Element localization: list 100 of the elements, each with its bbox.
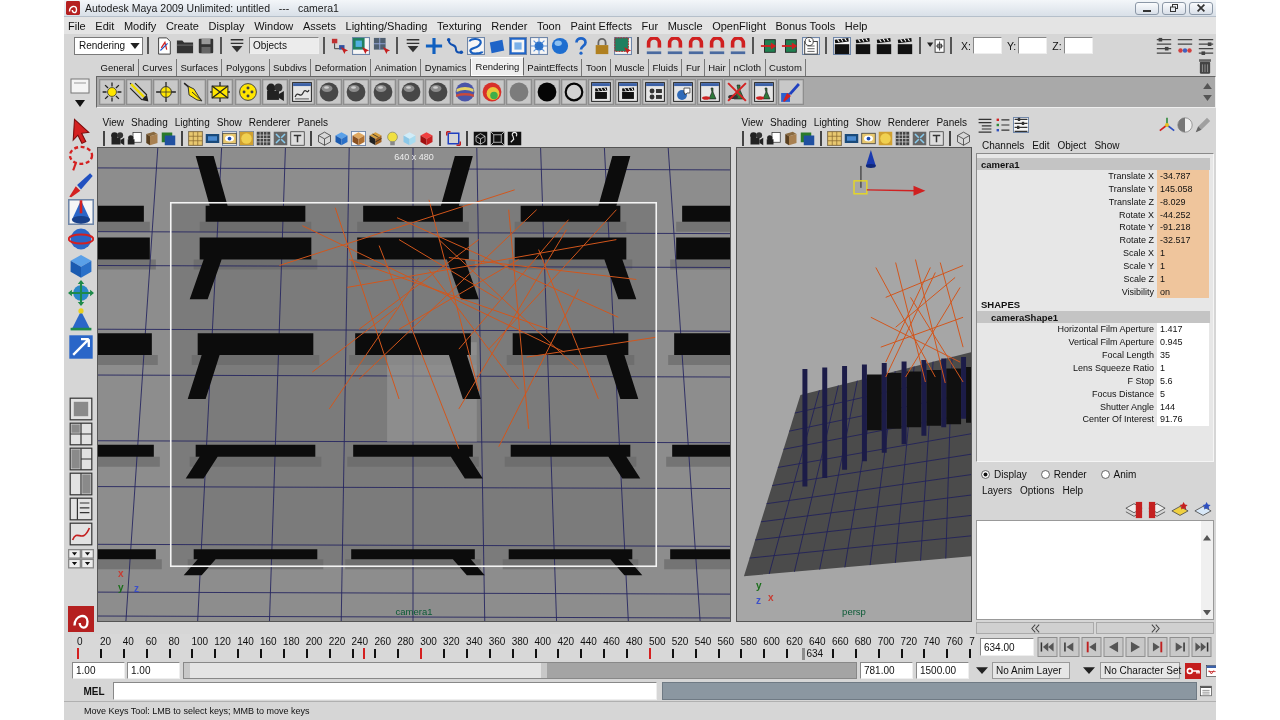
layer-menu-item[interactable]: Help — [1058, 484, 1088, 496]
menu-set-dropdown[interactable]: Rendering — [74, 36, 143, 55]
coordinate-field[interactable] — [1063, 37, 1093, 54]
node-list-icon[interactable] — [1175, 36, 1194, 55]
panel-menu-item[interactable]: Panels — [293, 116, 332, 128]
channel-name[interactable]: Translate Y — [977, 182, 1157, 196]
panel-menu-item[interactable]: Shading — [766, 116, 811, 128]
menu-item[interactable]: Help — [840, 19, 873, 32]
hierarchy-icon[interactable] — [330, 36, 349, 55]
menu-item[interactable]: Window — [249, 19, 299, 32]
grid-cursor-icon[interactable] — [372, 36, 391, 55]
channel-menu-item[interactable]: Channels — [978, 139, 1029, 151]
globe-window-icon[interactable] — [669, 79, 696, 105]
menu-item[interactable]: OpenFlight — [707, 19, 771, 32]
step-forward-key-icon[interactable] — [1169, 637, 1190, 657]
menu-item[interactable]: Fur — [636, 19, 663, 32]
radio-button[interactable] — [981, 469, 990, 479]
step-back-icon[interactable] — [1081, 637, 1102, 657]
layers-icon[interactable] — [1125, 500, 1143, 519]
double-left-arrow-icon[interactable] — [1030, 623, 1040, 633]
cube-icon[interactable] — [419, 131, 434, 146]
arrow-buttons-icon[interactable] — [67, 549, 94, 569]
channel-name[interactable]: Translate Z — [977, 195, 1157, 209]
magnet-icon[interactable] — [728, 36, 747, 55]
menu-item[interactable]: Bonus Tools — [770, 19, 841, 32]
clapperboard-icon[interactable] — [874, 36, 893, 55]
dropdown-arrow-icon[interactable] — [1083, 667, 1095, 674]
menu-item[interactable]: Assets — [298, 19, 341, 32]
range-slider-bar[interactable] — [184, 663, 547, 678]
channel-name[interactable]: Shutter Angle — [977, 400, 1157, 414]
film-frame-icon[interactable] — [844, 131, 859, 146]
radio-label[interactable]: Render — [1053, 468, 1087, 480]
window-icon[interactable] — [288, 79, 315, 105]
swirl-logo-icon[interactable] — [67, 606, 94, 632]
wire-cube-icon[interactable] — [956, 131, 971, 146]
cube-icon[interactable] — [334, 131, 349, 146]
panel-menu-item[interactable]: Lighting — [171, 116, 214, 128]
down-arrow-icon[interactable] — [75, 99, 85, 107]
double-right-arrow-icon[interactable] — [1150, 623, 1160, 633]
dotted-list-icon[interactable] — [995, 116, 1011, 133]
sphere-icon[interactable] — [550, 36, 569, 55]
pen-icon[interactable] — [1195, 116, 1211, 133]
skip-to-start-icon[interactable] — [1037, 637, 1058, 657]
save-icon[interactable] — [196, 36, 215, 55]
panel-menu-item[interactable]: Lighting — [810, 116, 853, 128]
movie-camera-icon[interactable] — [749, 131, 764, 146]
checker-cube-icon[interactable] — [368, 131, 383, 146]
play-icon[interactable] — [1125, 637, 1146, 657]
layer-menu-item[interactable]: Options — [1016, 484, 1059, 496]
channel-menu-item[interactable]: Edit — [1028, 139, 1054, 151]
curve-icon[interactable] — [445, 36, 464, 55]
spotlight-icon[interactable] — [180, 79, 207, 105]
target-dropdown-icon[interactable] — [926, 36, 945, 55]
scroll-up-icon[interactable] — [1203, 83, 1212, 89]
start-time-field[interactable]: 1.00 — [72, 662, 125, 679]
lasso-icon[interactable] — [67, 145, 94, 171]
value-field[interactable]: -32.517 — [1157, 234, 1209, 248]
value-field[interactable]: -91.218 — [1157, 221, 1209, 235]
panel-menu-item[interactable]: Renderer — [884, 116, 933, 128]
clapperboard-icon[interactable] — [587, 79, 614, 105]
eye-icon[interactable] — [861, 131, 876, 146]
brush-icon[interactable] — [778, 79, 805, 105]
panel-menu-item[interactable]: Panels — [932, 116, 971, 128]
radio-button[interactable] — [1100, 469, 1110, 479]
character-set-dropdown[interactable]: No Character Set — [1100, 662, 1180, 679]
four-pane-icon[interactable] — [68, 422, 93, 446]
current-frame-marker[interactable] — [802, 648, 806, 660]
movie-camera-icon[interactable] — [110, 131, 125, 146]
clapperboard-icon[interactable] — [615, 79, 642, 105]
panel-menu-item[interactable]: Show — [852, 116, 885, 128]
frame-line-icon[interactable] — [929, 131, 944, 146]
step-back-key-icon[interactable] — [1059, 637, 1080, 657]
channel-name[interactable]: Scale X — [977, 247, 1157, 260]
plus-icon[interactable] — [424, 36, 443, 55]
menu-item[interactable]: Texturing — [432, 19, 487, 32]
value-field[interactable]: 35 — [1157, 349, 1209, 362]
menu-item[interactable]: Paint Effects — [565, 19, 637, 32]
trash-icon[interactable] — [1199, 59, 1211, 74]
clapperboard-icon[interactable] — [832, 36, 851, 55]
coordinate-field[interactable] — [972, 37, 1002, 54]
channel-menu-item[interactable]: Show — [1090, 139, 1124, 151]
selection-field[interactable]: Objects — [249, 37, 319, 54]
nested-square-icon[interactable] — [508, 36, 527, 55]
magnet-icon[interactable] — [665, 36, 684, 55]
clapperboard-icon[interactable] — [853, 36, 872, 55]
layers-icon[interactable] — [1148, 500, 1166, 519]
panel-menu-item[interactable]: Show — [213, 116, 246, 128]
channel-name[interactable]: Rotate Z — [977, 234, 1157, 248]
channel-name[interactable]: Translate X — [977, 170, 1157, 183]
close-button[interactable] — [1189, 1, 1213, 15]
language-button[interactable]: MEL — [80, 685, 108, 697]
range-start-field[interactable]: 1.00 — [127, 662, 180, 679]
panel-menu-item[interactable]: Renderer — [245, 116, 294, 128]
channel-name[interactable]: Rotate Y — [977, 221, 1157, 235]
key-icon[interactable] — [1184, 662, 1202, 679]
menu-item[interactable]: Modify — [119, 19, 162, 32]
half-disc-icon[interactable] — [1177, 116, 1193, 133]
s-curve-icon[interactable] — [466, 36, 485, 55]
menu-item[interactable]: Edit — [90, 19, 120, 32]
magnet-icon[interactable] — [707, 36, 726, 55]
